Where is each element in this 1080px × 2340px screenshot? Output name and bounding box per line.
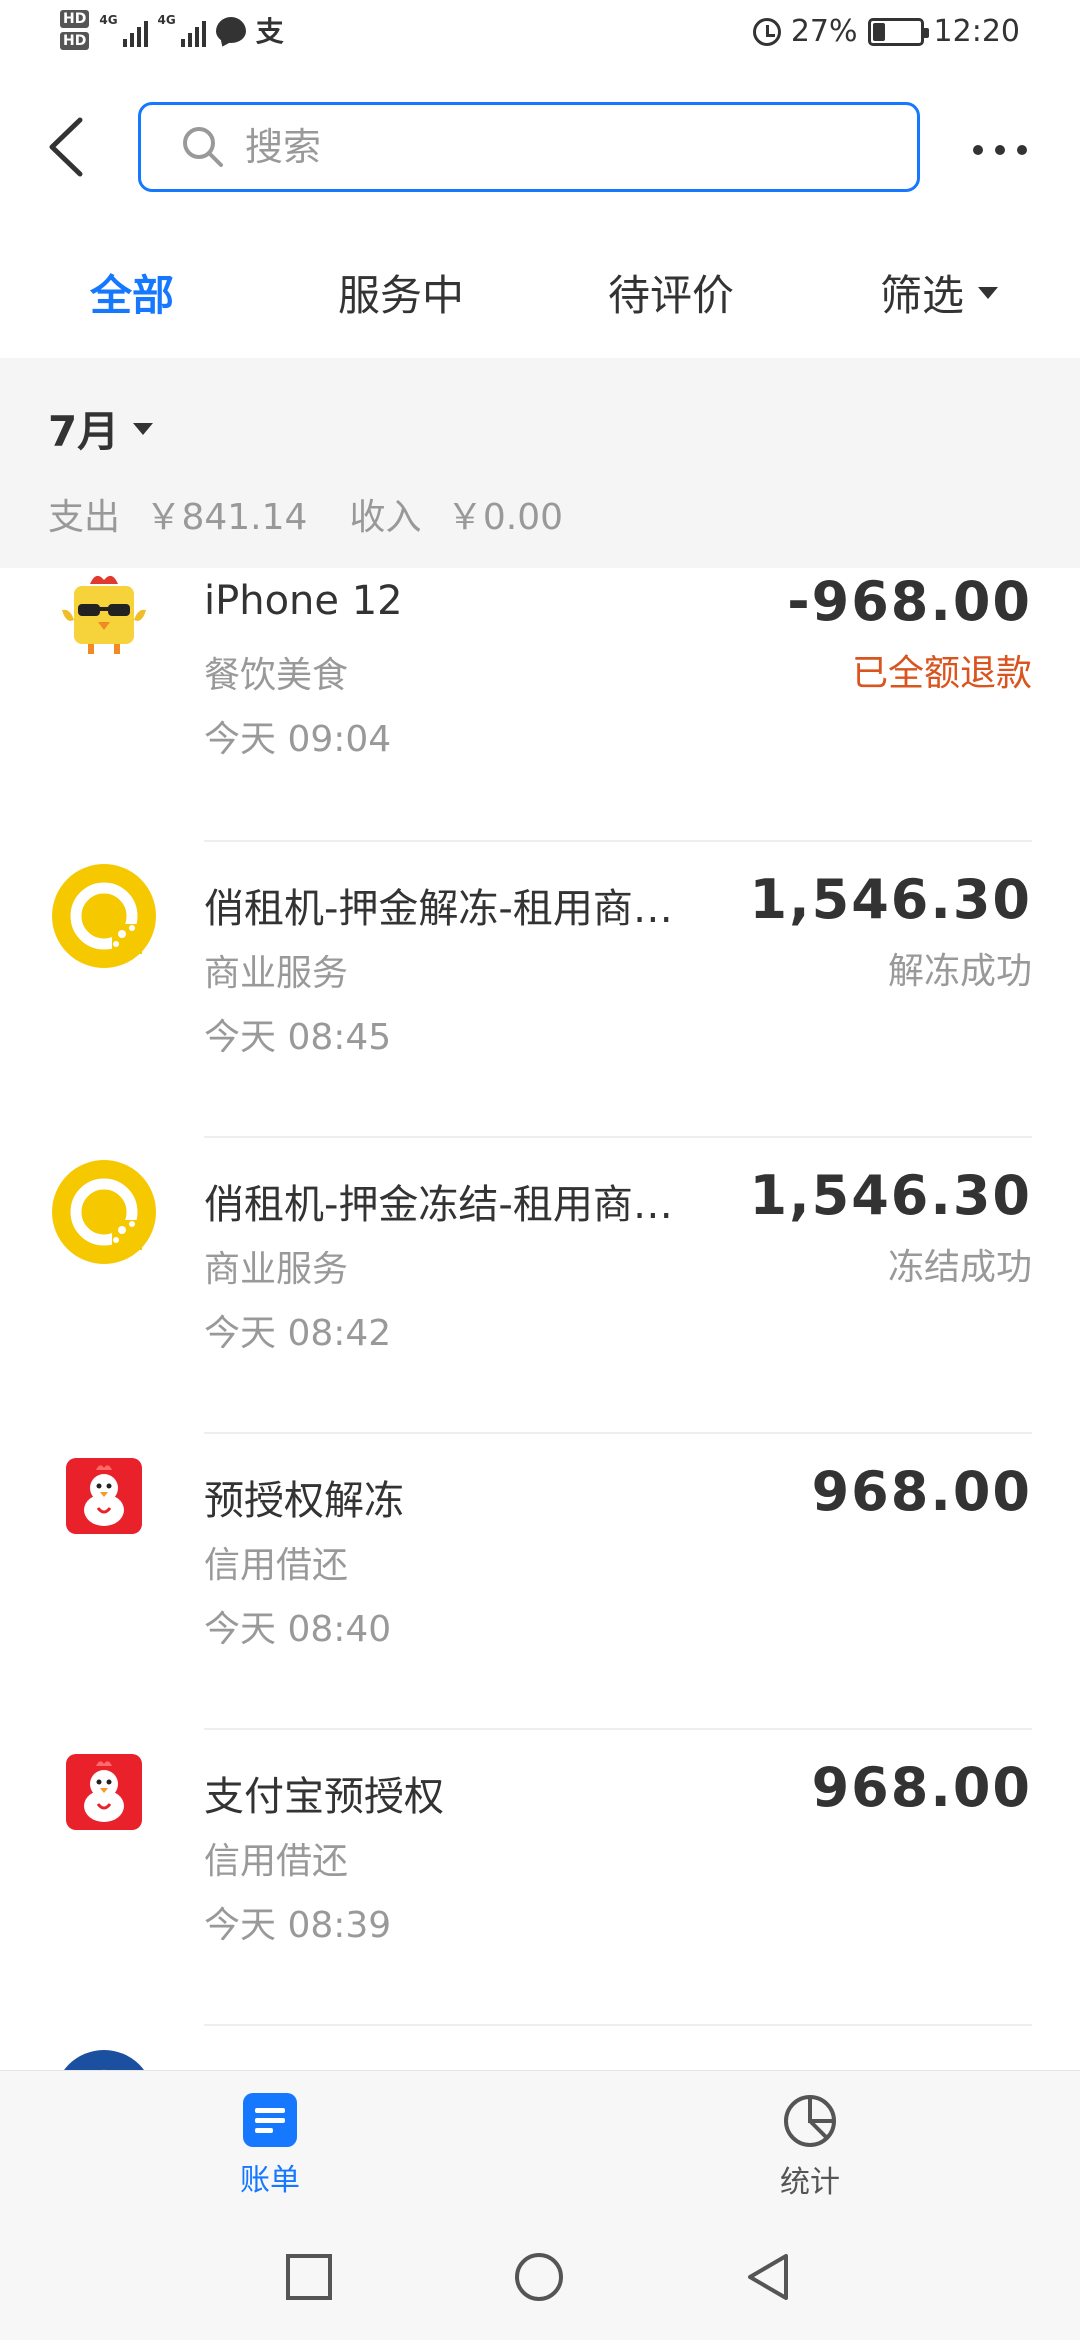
transaction-row[interactable]: 俏租机-押金解冻-租用商… 商业服务 今天 08:45 1,546.30 解冻成… bbox=[0, 842, 1080, 1138]
transaction-row-partial[interactable] bbox=[0, 2026, 1080, 2070]
transaction-title: iPhone 12 bbox=[204, 578, 403, 624]
bottom-nav: 账单 统计 bbox=[0, 2070, 1080, 2212]
search-input[interactable] bbox=[245, 125, 865, 169]
transaction-row[interactable]: 预授权解冻 信用借还 今天 08:40 968.00 bbox=[0, 1434, 1080, 1730]
transaction-amount: 1,546.30 bbox=[749, 868, 1032, 931]
system-back-icon[interactable] bbox=[744, 2252, 794, 2302]
dot-icon bbox=[1017, 145, 1027, 155]
home-icon[interactable] bbox=[514, 2252, 564, 2302]
transaction-status: 解冻成功 bbox=[887, 951, 1032, 992]
nav-bill-label: 账单 bbox=[240, 2163, 300, 2198]
transaction-title: 支付宝预授权 bbox=[204, 1774, 444, 1820]
pie-chart-icon bbox=[784, 2095, 836, 2147]
signal-1-icon: 4G bbox=[99, 13, 148, 47]
blue-circle-logo-icon bbox=[64, 2050, 144, 2070]
expense-label: 支出 bbox=[48, 497, 121, 538]
transaction-row[interactable]: 俏租机-押金冻结-租用商… 商业服务 今天 08:42 1,546.30 冻结成… bbox=[0, 1138, 1080, 1434]
transaction-row[interactable]: iPhone 12 餐饮美食 今天 09:04 -968.00 已全额退款 bbox=[0, 568, 1080, 842]
transaction-time: 今天 08:39 bbox=[204, 1905, 392, 1946]
transaction-list: iPhone 12 餐饮美食 今天 09:04 -968.00 已全额退款 俏租… bbox=[0, 568, 1080, 2070]
transaction-category: 商业服务 bbox=[204, 1249, 349, 1290]
message-icon bbox=[215, 17, 246, 43]
back-arrow-icon bbox=[49, 117, 83, 177]
income-value: ￥0.00 bbox=[446, 497, 564, 538]
transaction-title: 预授权解冻 bbox=[204, 1478, 404, 1524]
tab-filter-label: 筛选 bbox=[880, 271, 965, 320]
more-options-button[interactable] bbox=[960, 130, 1040, 170]
transaction-amount: -968.00 bbox=[787, 570, 1032, 633]
status-left: HD HD 4G 4G 支 bbox=[60, 10, 284, 50]
income-label: 收入 bbox=[349, 497, 422, 538]
transaction-time: 今天 08:42 bbox=[204, 1313, 392, 1354]
tab-in-service[interactable]: 服务中 bbox=[338, 262, 464, 323]
battery-percent: 27% bbox=[790, 14, 858, 49]
hd-badge-2: HD bbox=[60, 32, 90, 50]
tab-all[interactable]: 全部 bbox=[90, 262, 174, 323]
nav-stats[interactable]: 统计 bbox=[730, 2093, 890, 2201]
status-right: 27% 12:20 bbox=[752, 14, 1020, 49]
search-box[interactable] bbox=[138, 102, 920, 192]
transaction-title: 俏租机-押金解冻-租用商… bbox=[204, 886, 673, 932]
expense-total: 支出 ￥841.14 bbox=[48, 488, 307, 540]
search-icon bbox=[183, 127, 223, 167]
red-chicken-logo-icon bbox=[66, 1754, 142, 1830]
red-chicken-logo-icon bbox=[66, 1458, 142, 1534]
network-type-2: 4G bbox=[157, 13, 176, 27]
caret-down-icon bbox=[978, 286, 999, 299]
back-button[interactable] bbox=[40, 112, 100, 182]
network-type-1: 4G bbox=[99, 13, 118, 27]
month-label: 7月 bbox=[48, 407, 120, 456]
signal-2-icon: 4G bbox=[158, 13, 206, 47]
transaction-row[interactable]: 支付宝预授权 信用借还 今天 08:39 968.00 bbox=[0, 1730, 1080, 2026]
clock: 12:20 bbox=[933, 14, 1020, 49]
yellow-circle-logo-icon bbox=[52, 1160, 156, 1264]
nav-bill[interactable]: 账单 bbox=[190, 2093, 350, 2199]
bill-icon bbox=[243, 2093, 297, 2147]
transaction-amount: 1,546.30 bbox=[749, 1164, 1032, 1227]
month-totals: 支出 ￥841.14 收入 ￥0.00 bbox=[48, 488, 585, 540]
tab-filter[interactable]: 筛选 bbox=[880, 262, 999, 323]
income-total: 收入 ￥0.00 bbox=[349, 488, 563, 540]
dot-icon bbox=[995, 145, 1005, 155]
status-bar: HD HD 4G 4G 支 27% 12:20 bbox=[0, 0, 1080, 72]
battery-icon bbox=[867, 17, 929, 46]
dot-icon bbox=[973, 145, 983, 155]
recent-apps-icon[interactable] bbox=[284, 2252, 334, 2302]
alarm-icon bbox=[752, 17, 781, 46]
transaction-time: 今天 09:04 bbox=[204, 719, 392, 760]
transaction-category: 信用借还 bbox=[204, 1545, 349, 1586]
alipay-notification-icon: 支 bbox=[255, 15, 284, 48]
hd-indicators: HD HD bbox=[60, 10, 90, 50]
transaction-status: 冻结成功 bbox=[887, 1247, 1032, 1288]
transaction-time: 今天 08:40 bbox=[204, 1609, 392, 1650]
yellow-circle-logo-icon bbox=[52, 864, 156, 968]
expense-value: ￥841.14 bbox=[145, 497, 308, 538]
tab-to-review[interactable]: 待评价 bbox=[608, 262, 734, 323]
month-summary: 7月 支出 ￥841.14 收入 ￥0.00 bbox=[0, 358, 1080, 568]
transaction-category: 商业服务 bbox=[204, 953, 349, 994]
system-nav-bar bbox=[0, 2212, 1080, 2340]
filter-tabs: 全部 服务中 待评价 筛选 bbox=[0, 222, 1080, 358]
transaction-title: 俏租机-押金冻结-租用商… bbox=[204, 1182, 673, 1228]
chick-sunglasses-icon bbox=[62, 575, 146, 654]
caret-down-icon bbox=[133, 422, 154, 435]
header bbox=[0, 72, 1080, 222]
nav-stats-label: 统计 bbox=[780, 2165, 840, 2200]
transaction-amount: 968.00 bbox=[811, 1460, 1032, 1523]
transaction-category: 餐饮美食 bbox=[204, 655, 349, 696]
transaction-status: 已全额退款 bbox=[851, 653, 1032, 694]
month-selector[interactable]: 7月 bbox=[48, 398, 154, 459]
hd-badge-1: HD bbox=[60, 10, 90, 28]
transaction-amount: 968.00 bbox=[811, 1756, 1032, 1819]
transaction-time: 今天 08:45 bbox=[204, 1017, 392, 1058]
transaction-category: 信用借还 bbox=[204, 1841, 349, 1882]
